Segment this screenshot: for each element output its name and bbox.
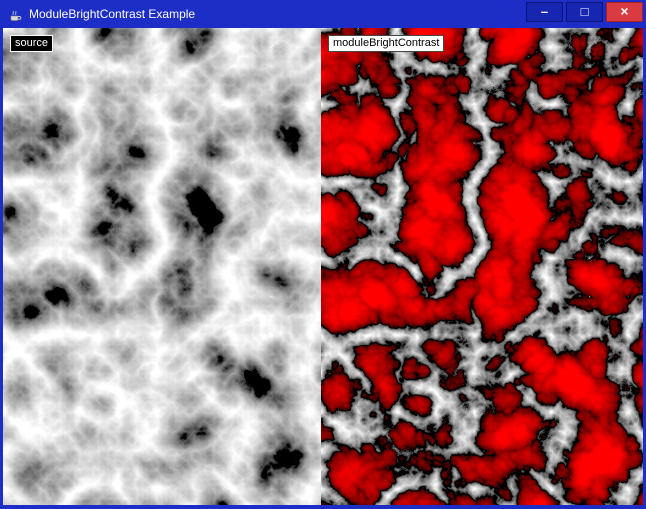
window-controls: – □ × (526, 2, 643, 22)
maximize-icon: □ (581, 5, 589, 18)
result-label: moduleBrightContrast (328, 35, 444, 52)
source-label: source (10, 35, 53, 52)
minimize-button[interactable]: – (526, 2, 563, 22)
source-image-panel: source (3, 28, 321, 505)
maximize-button[interactable]: □ (566, 2, 603, 22)
result-image-panel: moduleBrightContrast (321, 28, 643, 505)
titlebar[interactable]: ModuleBrightContrast Example – □ × (0, 0, 646, 28)
brightcontrast-noise-image (321, 28, 643, 505)
minimize-icon: – (541, 5, 548, 18)
close-icon: × (620, 4, 628, 18)
app-icon (7, 6, 23, 22)
close-button[interactable]: × (606, 2, 643, 22)
window-title: ModuleBrightContrast Example (29, 7, 195, 21)
source-noise-image (3, 28, 321, 505)
content-area: source moduleBrightContrast (3, 28, 643, 505)
app-window: ModuleBrightContrast Example – □ × sourc… (0, 0, 646, 509)
